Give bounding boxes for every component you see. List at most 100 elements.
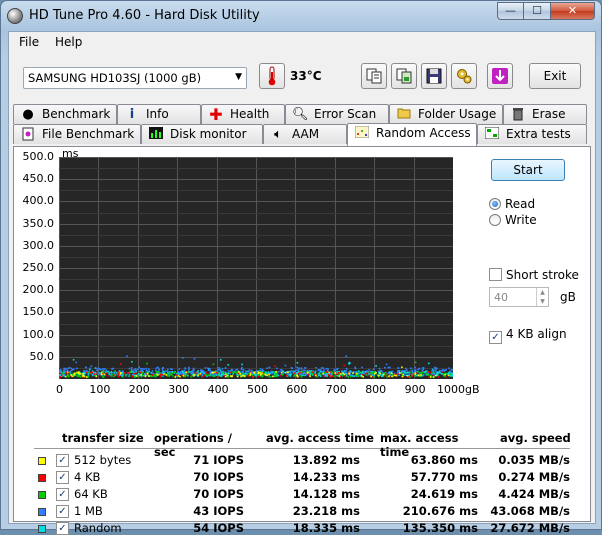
spinner-arrows-icon[interactable]: ▲▼ [536,288,548,306]
start-button[interactable]: Start [491,159,565,181]
options-gears-icon[interactable] [451,63,477,89]
series-visible-checkbox[interactable]: ✓ [56,454,69,467]
data-point [65,376,67,378]
data-point [430,372,432,374]
data-point [420,374,422,376]
data-point [356,373,358,375]
tab-random-access[interactable]: Random Access [347,123,477,146]
tab-extra-tests[interactable]: Extra tests [477,124,587,144]
data-point [308,370,310,372]
tab-benchmark[interactable]: ● Benchmark [13,104,117,124]
data-point [323,369,325,371]
extra-tests-icon [484,127,500,143]
header-avg-access: avg. access time [266,431,376,449]
data-point [294,371,296,373]
data-point [86,370,88,372]
data-point [166,374,168,376]
y-tick-label: 450.0 [14,172,54,185]
data-point [73,359,75,361]
series-visible-checkbox[interactable]: ✓ [56,488,69,501]
data-point [156,374,158,376]
data-point [208,374,210,376]
data-point [256,370,258,372]
data-point [205,374,207,376]
data-point [317,374,319,376]
data-point [201,376,203,378]
data-point [266,374,268,376]
download-arrow-icon[interactable] [487,63,513,89]
data-point [111,374,113,376]
series-visible-checkbox[interactable]: ✓ [56,505,69,518]
read-radio[interactable]: Read [489,197,535,211]
folder-icon [396,107,412,123]
series-visible-checkbox[interactable]: ✓ [56,471,69,484]
drive-select[interactable]: SAMSUNG HD103SJ (1000 gB) ▼ [23,67,247,89]
save-icon[interactable] [421,63,447,89]
short-stroke-checkbox[interactable]: Short stroke [489,268,579,282]
data-point [285,365,287,367]
data-point [345,376,347,378]
random-access-icon [354,126,370,142]
align-4kb-checkbox[interactable]: ✓4 KB align [489,327,567,344]
data-point [135,371,137,373]
copy-text-icon[interactable] [361,63,387,89]
x-tick-label: 300 [168,383,189,396]
data-point [108,371,110,373]
short-stroke-spinner[interactable]: 40 ▲▼ [489,287,549,307]
tab-label: Info [146,107,169,121]
data-point [59,376,61,378]
data-point [428,363,430,365]
data-point [401,372,403,374]
x-tick-label: 100 [89,383,110,396]
close-button[interactable]: ✕ [551,2,595,20]
x-tick-label: 200 [129,383,150,396]
data-point [373,368,375,370]
tab-erase[interactable]: Erase [503,104,587,124]
data-point [129,375,131,377]
data-point [156,367,158,369]
data-point [279,371,281,373]
series-color-swatch [38,474,46,482]
data-point [391,373,393,375]
data-point [415,362,417,364]
tab-health[interactable]: ✚ Health [201,104,285,124]
data-point [152,373,154,375]
maximize-button[interactable]: ☐ [524,2,551,20]
write-radio[interactable]: Write [489,213,537,227]
y-tick-label: 300.0 [14,239,54,252]
data-point [89,368,91,370]
data-point [428,374,430,376]
x-tick-label: 800 [365,383,386,396]
minimize-button[interactable]: — [497,2,524,20]
data-point [401,370,403,372]
result-cell-max: 135.350 ms [374,521,478,535]
data-point [359,371,361,373]
data-point [170,371,172,373]
series-visible-checkbox[interactable]: ✓ [56,522,69,535]
data-point [140,374,142,376]
data-point [266,368,268,370]
tab-file-benchmark[interactable]: File Benchmark [13,124,141,144]
tab-disk-monitor[interactable]: Disk monitor [141,124,263,144]
copy-screenshot-icon[interactable] [391,63,417,89]
exit-button[interactable]: Exit [529,63,581,89]
menu-help[interactable]: Help [55,35,82,49]
data-point [368,369,370,371]
x-tick-label: 400 [208,383,229,396]
tab-aam[interactable]: 🔈︎ AAM [263,124,347,144]
data-point [315,375,317,377]
data-point [385,373,387,375]
tab-folder-usage[interactable]: Folder Usage [389,104,503,124]
data-point [381,375,383,377]
data-point [249,369,251,371]
data-point [405,368,407,370]
result-cell-size: 4 KB [74,470,154,484]
window-title: HD Tune Pro 4.60 - Hard Disk Utility [29,8,260,23]
data-point [86,372,88,374]
tab-info[interactable]: i Info [117,104,201,124]
data-point [404,374,406,376]
tab-error-scan[interactable]: 🔍︎ Error Scan [285,104,389,124]
data-point [99,374,101,376]
menu-file[interactable]: File [19,35,39,49]
title-bar[interactable]: HD Tune Pro 4.60 - Hard Disk Utility — ☐… [1,1,601,31]
